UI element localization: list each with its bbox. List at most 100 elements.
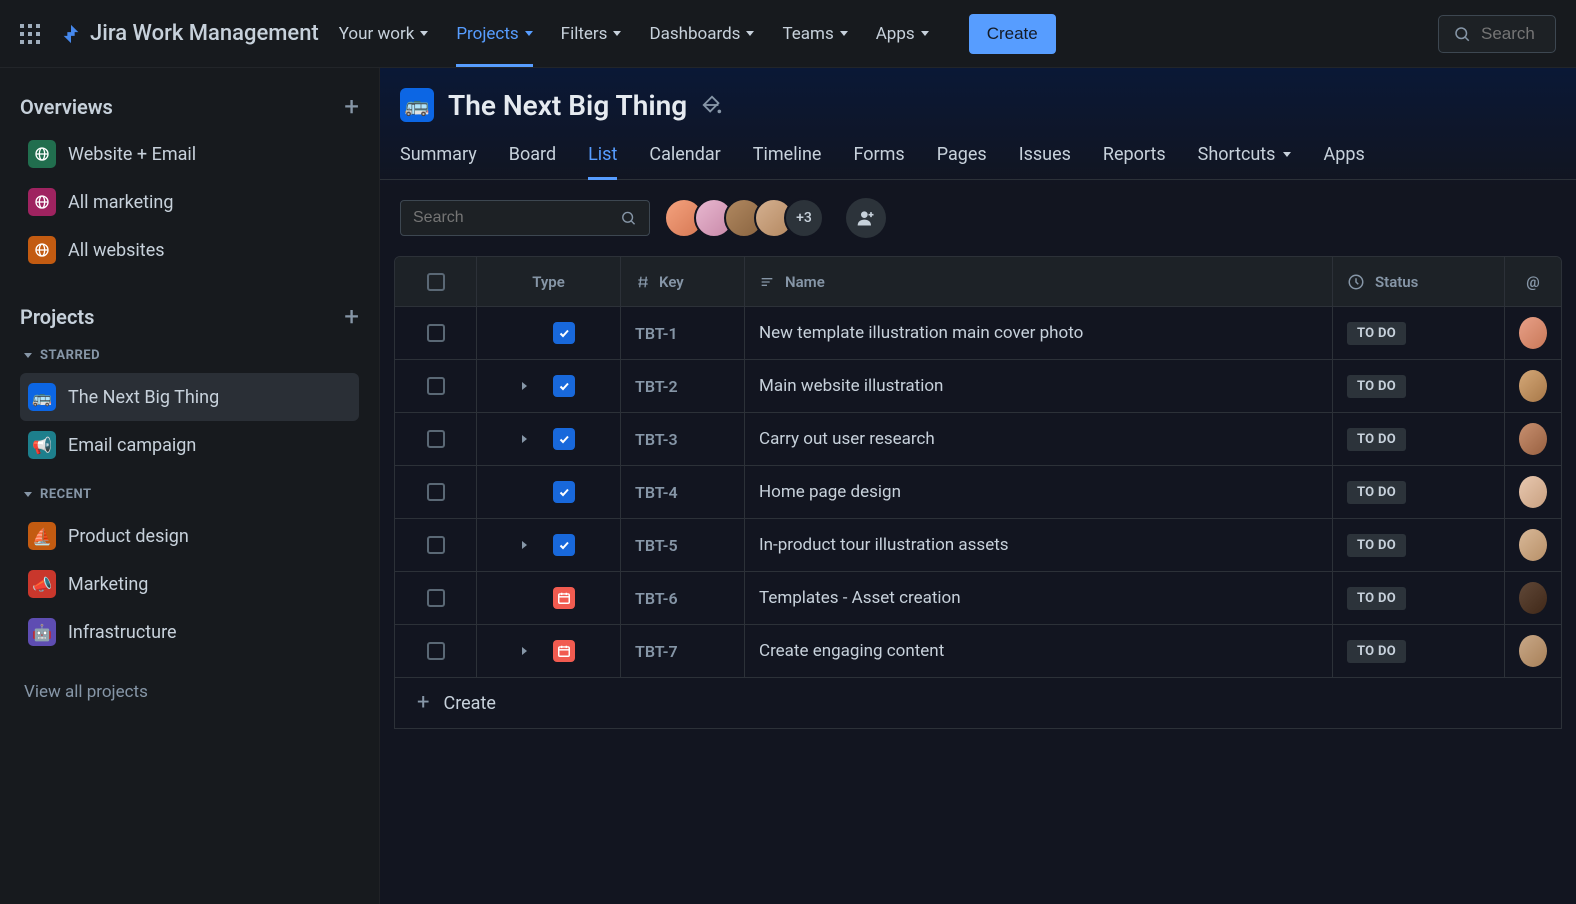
add-member-button[interactable] (846, 198, 886, 238)
nav-item-dashboards[interactable]: Dashboards (649, 0, 754, 67)
table-header: Type Key Name Status @ (395, 257, 1561, 307)
project-icon: 📢 (28, 431, 56, 459)
table-row[interactable]: TBT-1New template illustration main cove… (395, 307, 1561, 360)
nav-item-apps[interactable]: Apps (876, 0, 929, 67)
row-checkbox[interactable] (427, 483, 445, 501)
row-checkbox[interactable] (427, 536, 445, 554)
create-issue-label: Create (443, 693, 495, 714)
search-icon (1453, 25, 1471, 43)
avatar-overflow[interactable]: +3 (784, 198, 824, 238)
product-logo[interactable]: Jira Work Management (60, 21, 319, 46)
sidebar-project-item[interactable]: 📢Email campaign (20, 421, 359, 469)
row-checkbox[interactable] (427, 430, 445, 448)
assignee-avatar[interactable] (1519, 635, 1547, 667)
row-checkbox[interactable] (427, 324, 445, 342)
sidebar-project-item[interactable]: 🚌The Next Big Thing (20, 373, 359, 421)
status-badge[interactable]: TO DO (1347, 534, 1406, 557)
row-checkbox[interactable] (427, 642, 445, 660)
column-assignee[interactable]: @ (1505, 257, 1561, 306)
sidebar: Overviews + Website + EmailAll marketing… (0, 68, 380, 904)
issue-type-icon (553, 428, 575, 450)
global-search[interactable] (1438, 15, 1556, 53)
expand-chevron-icon[interactable] (522, 541, 527, 549)
table-row[interactable]: TBT-7 Create engaging content TO DO (395, 625, 1561, 678)
nav-item-filters[interactable]: Filters (561, 0, 622, 67)
tab-calendar[interactable]: Calendar (649, 140, 720, 179)
tab-apps[interactable]: Apps (1323, 140, 1364, 179)
sidebar-overview-item[interactable]: All marketing (20, 178, 359, 226)
nav-item-your-work[interactable]: Your work (339, 0, 429, 67)
status-badge[interactable]: TO DO (1347, 640, 1406, 663)
plus-icon: + (417, 692, 429, 714)
column-status[interactable]: Status (1333, 257, 1505, 306)
row-checkbox[interactable] (427, 589, 445, 607)
issue-key[interactable]: TBT-1 (635, 324, 678, 343)
tab-pages[interactable]: Pages (937, 140, 987, 179)
status-badge[interactable]: TO DO (1347, 587, 1406, 610)
assignee-avatar[interactable] (1519, 476, 1547, 508)
table-row[interactable]: TBT-5 In-product tour illustration assets… (395, 519, 1561, 572)
theme-paint-icon[interactable] (701, 94, 723, 116)
tab-reports[interactable]: Reports (1103, 140, 1166, 179)
column-key[interactable]: Key (621, 257, 745, 306)
list-search[interactable] (400, 200, 650, 236)
assignee-avatar[interactable] (1519, 423, 1547, 455)
tab-forms[interactable]: Forms (853, 140, 904, 179)
issue-key[interactable]: TBT-6 (635, 589, 678, 608)
issue-key[interactable]: TBT-5 (635, 536, 678, 555)
sidebar-project-item[interactable]: ⛵Product design (20, 512, 359, 560)
overviews-heading: Overviews (20, 95, 113, 119)
expand-chevron-icon[interactable] (522, 647, 527, 655)
globe-icon (28, 140, 56, 168)
issue-key[interactable]: TBT-2 (635, 377, 678, 396)
status-badge[interactable]: TO DO (1347, 481, 1406, 504)
row-checkbox[interactable] (427, 377, 445, 395)
assignee-avatar[interactable] (1519, 317, 1547, 349)
tab-board[interactable]: Board (509, 140, 556, 179)
main-content: 🚌 The Next Big Thing SummaryBoardListCal… (380, 68, 1576, 904)
list-search-input[interactable] (413, 209, 620, 227)
table-row[interactable]: TBT-4Home page designTO DO (395, 466, 1561, 519)
add-project-button[interactable]: + (344, 304, 359, 330)
issue-key[interactable]: TBT-7 (635, 642, 678, 661)
table-row[interactable]: TBT-3Carry out user researchTO DO (395, 413, 1561, 466)
issue-name: Create engaging content (759, 641, 944, 661)
create-button[interactable]: Create (969, 14, 1056, 54)
select-all-checkbox[interactable] (427, 273, 445, 291)
view-all-projects-link[interactable]: View all projects (20, 676, 359, 708)
sidebar-overview-item[interactable]: Website + Email (20, 130, 359, 178)
tab-issues[interactable]: Issues (1019, 140, 1071, 179)
sidebar-project-item[interactable]: 🤖Infrastructure (20, 608, 359, 656)
recent-section-toggle[interactable]: RECENT (24, 487, 359, 502)
expand-chevron-icon[interactable] (522, 382, 527, 390)
add-overview-button[interactable]: + (344, 94, 359, 120)
global-search-input[interactable] (1481, 24, 1541, 44)
tab-shortcuts[interactable]: Shortcuts (1198, 140, 1292, 179)
status-badge[interactable]: TO DO (1347, 428, 1406, 451)
issue-key[interactable]: TBT-3 (635, 430, 678, 449)
create-issue-row[interactable]: + Create (395, 678, 1561, 728)
issue-key[interactable]: TBT-4 (635, 483, 678, 502)
app-switcher-icon[interactable] (20, 24, 40, 44)
starred-section-toggle[interactable]: STARRED (24, 348, 359, 363)
nav-item-projects[interactable]: Projects (456, 0, 532, 67)
column-name[interactable]: Name (745, 257, 1333, 306)
assignee-avatar[interactable] (1519, 529, 1547, 561)
tab-summary[interactable]: Summary (400, 140, 477, 179)
assignee-avatar[interactable] (1519, 370, 1547, 402)
issue-type-icon (553, 534, 575, 556)
sidebar-overview-item[interactable]: All websites (20, 226, 359, 274)
nav-item-teams[interactable]: Teams (782, 0, 847, 67)
tab-timeline[interactable]: Timeline (753, 140, 822, 179)
status-badge[interactable]: TO DO (1347, 322, 1406, 345)
column-type[interactable]: Type (477, 257, 621, 306)
sidebar-project-item[interactable]: 📣Marketing (20, 560, 359, 608)
tab-list[interactable]: List (588, 140, 617, 179)
table-row[interactable]: TBT-6Templates - Asset creationTO DO (395, 572, 1561, 625)
status-ring-icon (1347, 273, 1365, 291)
assignee-avatar[interactable] (1519, 582, 1547, 614)
table-row[interactable]: TBT-2Main website illustrationTO DO (395, 360, 1561, 413)
status-badge[interactable]: TO DO (1347, 375, 1406, 398)
expand-chevron-icon[interactable] (522, 435, 527, 443)
issue-name: In-product tour illustration assets (759, 535, 1009, 555)
